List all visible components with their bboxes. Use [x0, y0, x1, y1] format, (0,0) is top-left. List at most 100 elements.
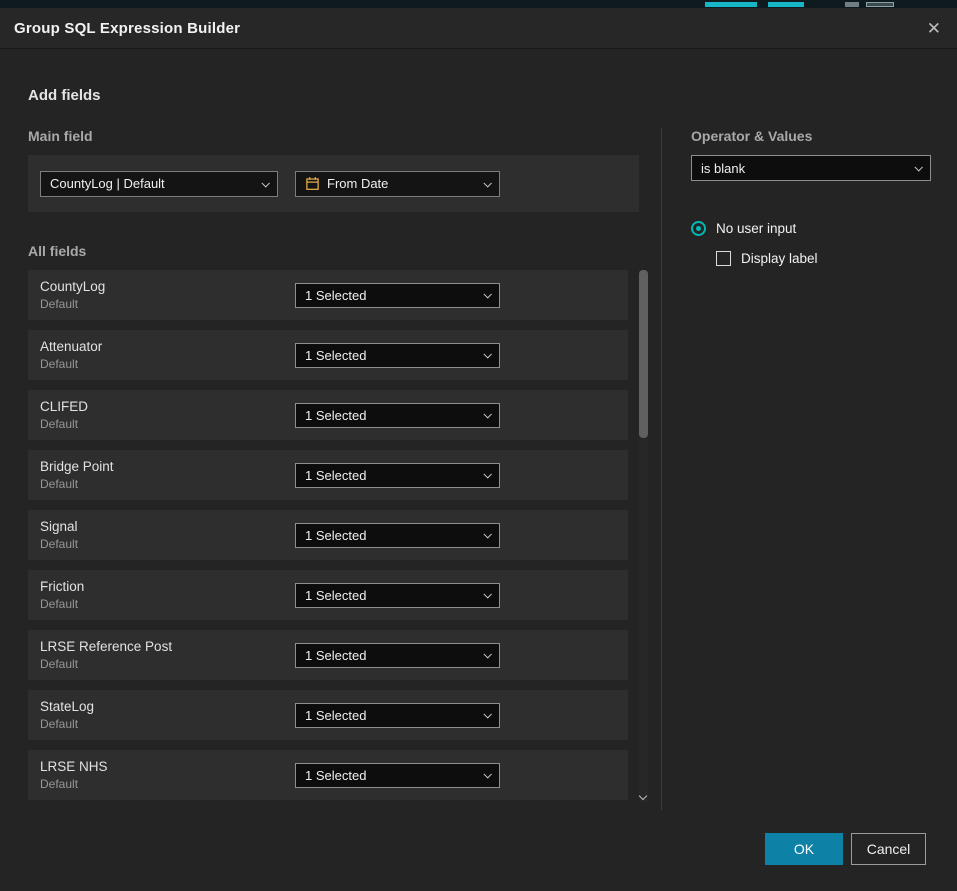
chevron-down-icon	[483, 590, 491, 598]
field-info: CLIFED Default	[28, 399, 88, 431]
background-fragment	[768, 2, 804, 7]
chevron-down-icon	[483, 770, 491, 778]
chevron-down-icon	[914, 163, 922, 171]
field-source: Default	[40, 357, 102, 371]
main-field-field-value: From Date	[327, 176, 388, 191]
field-source: Default	[40, 297, 105, 311]
display-label-checkbox-row[interactable]: Display label	[716, 251, 931, 266]
field-name: StateLog	[40, 699, 94, 714]
selected-count: 1 Selected	[305, 588, 366, 603]
field-name: LRSE Reference Post	[40, 639, 172, 654]
field-selected-dropdown[interactable]: 1 Selected	[295, 703, 500, 728]
selected-count: 1 Selected	[305, 408, 366, 423]
dialog-title: Group SQL Expression Builder	[14, 20, 240, 37]
field-info: Friction Default	[28, 579, 84, 611]
field-source: Default	[40, 777, 108, 791]
chevron-down-icon	[483, 290, 491, 298]
field-selected-dropdown[interactable]: 1 Selected	[295, 283, 500, 308]
field-info: Attenuator Default	[28, 339, 102, 371]
main-field-panel: CountyLog | Default From Date	[28, 155, 639, 212]
field-selected-dropdown[interactable]: 1 Selected	[295, 583, 500, 608]
chevron-down-icon	[483, 530, 491, 538]
cancel-button[interactable]: Cancel	[851, 833, 926, 865]
field-row: Friction Default 1 Selected	[28, 570, 628, 620]
display-label-text: Display label	[741, 251, 818, 266]
background-fragment	[866, 2, 894, 7]
field-row: StateLog Default 1 Selected	[28, 690, 628, 740]
field-name: Bridge Point	[40, 459, 114, 474]
fields-column: Main field CountyLog | Default Fro	[28, 128, 661, 810]
selected-count: 1 Selected	[305, 288, 366, 303]
checkbox-unchecked-icon[interactable]	[716, 251, 731, 266]
field-selected-dropdown[interactable]: 1 Selected	[295, 463, 500, 488]
main-field-label: Main field	[28, 128, 661, 144]
field-source: Default	[40, 657, 172, 671]
chevron-down-icon	[483, 410, 491, 418]
main-field-field-select[interactable]: From Date	[295, 171, 500, 197]
chevron-down-icon	[483, 650, 491, 658]
field-row: Attenuator Default 1 Selected	[28, 330, 628, 380]
chevron-down-icon	[483, 470, 491, 478]
field-source: Default	[40, 717, 94, 731]
dialog-footer: OK Cancel	[765, 833, 926, 865]
builder-columns: Main field CountyLog | Default Fro	[28, 128, 927, 810]
all-fields-label: All fields	[28, 243, 661, 259]
selected-count: 1 Selected	[305, 768, 366, 783]
field-name: Attenuator	[40, 339, 102, 354]
field-row: CLIFED Default 1 Selected	[28, 390, 628, 440]
background-fragment	[845, 2, 859, 7]
field-row: Signal Default 1 Selected	[28, 510, 628, 560]
field-row: LRSE NHS Default 1 Selected	[28, 750, 628, 800]
selected-count: 1 Selected	[305, 528, 366, 543]
dialog-body: Add fields Main field CountyLog | Defaul…	[0, 49, 957, 891]
main-field-layer-value: CountyLog | Default	[50, 176, 165, 191]
field-row: LRSE Reference Post Default 1 Selected	[28, 630, 628, 680]
field-info: StateLog Default	[28, 699, 94, 731]
selected-count: 1 Selected	[305, 708, 366, 723]
field-info: LRSE Reference Post Default	[28, 639, 172, 671]
all-fields-list: CountyLog Default 1 Selected Attenuator …	[28, 270, 648, 800]
field-selected-dropdown[interactable]: 1 Selected	[295, 403, 500, 428]
background-fragment	[705, 2, 757, 7]
selected-count: 1 Selected	[305, 468, 366, 483]
field-name: LRSE NHS	[40, 759, 108, 774]
chevron-down-icon	[261, 179, 269, 187]
calendar-icon	[305, 176, 320, 191]
chevron-down-icon	[483, 179, 491, 187]
main-field-layer-select[interactable]: CountyLog | Default	[40, 171, 278, 197]
field-info: Bridge Point Default	[28, 459, 114, 491]
field-info: LRSE NHS Default	[28, 759, 108, 791]
radio-dot	[696, 226, 701, 231]
field-selected-dropdown[interactable]: 1 Selected	[295, 643, 500, 668]
field-selected-dropdown[interactable]: 1 Selected	[295, 343, 500, 368]
ok-button[interactable]: OK	[765, 833, 843, 865]
field-selected-dropdown[interactable]: 1 Selected	[295, 763, 500, 788]
background-app-strip	[0, 0, 957, 8]
field-source: Default	[40, 417, 88, 431]
scroll-down-icon[interactable]	[639, 792, 647, 800]
field-name: Signal	[40, 519, 78, 534]
field-info: Signal Default	[28, 519, 78, 551]
field-info: CountyLog Default	[28, 279, 105, 311]
field-name: Friction	[40, 579, 84, 594]
operator-value: is blank	[701, 161, 745, 176]
field-row: CountyLog Default 1 Selected	[28, 270, 628, 320]
dialog-header: Group SQL Expression Builder ✕	[0, 8, 957, 49]
selected-count: 1 Selected	[305, 648, 366, 663]
field-source: Default	[40, 477, 114, 491]
scrollbar[interactable]	[639, 270, 648, 802]
field-name: CountyLog	[40, 279, 105, 294]
field-name: CLIFED	[40, 399, 88, 414]
close-icon[interactable]: ✕	[927, 20, 941, 37]
chevron-down-icon	[483, 710, 491, 718]
chevron-down-icon	[483, 350, 491, 358]
group-sql-expression-builder-dialog: Group SQL Expression Builder ✕ Add field…	[0, 8, 957, 891]
field-source: Default	[40, 537, 78, 551]
field-selected-dropdown[interactable]: 1 Selected	[295, 523, 500, 548]
radio-selected-icon	[691, 221, 706, 236]
scrollbar-thumb[interactable]	[639, 270, 648, 438]
operator-values-column: Operator & Values is blank No user input…	[661, 128, 931, 810]
no-user-input-radio[interactable]: No user input	[691, 221, 931, 236]
operator-select[interactable]: is blank	[691, 155, 931, 181]
no-user-input-label: No user input	[716, 221, 796, 236]
